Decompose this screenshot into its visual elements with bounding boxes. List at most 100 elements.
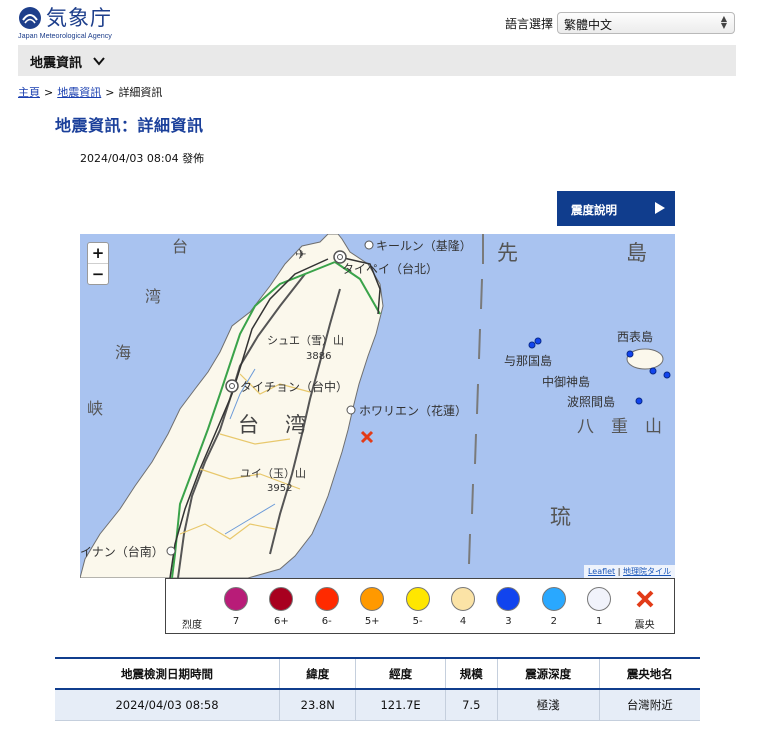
legend-label: 3 [505, 616, 512, 627]
legend-label: 6- [321, 616, 332, 627]
legend-item: 4 [443, 587, 483, 627]
col-header-datetime: 地震檢測日期時間 [55, 657, 280, 690]
city-marker [229, 383, 235, 389]
legend-label: 6+ [274, 616, 289, 627]
legend-label: 7 [232, 616, 240, 627]
col-header-latitude: 緯度 [279, 657, 356, 690]
map-label-shue-elev: 3886 [306, 351, 331, 362]
cell-datetime: 2024/04/03 08:58 [55, 689, 280, 721]
menu-bar[interactable]: 地震資訊 [18, 45, 736, 76]
zoom-in-button[interactable]: + [88, 243, 108, 264]
intensity-swatch [269, 587, 294, 611]
logo-subtitle: Japan Meteorological Agency [18, 31, 112, 40]
col-header-longitude: 經度 [355, 657, 446, 690]
language-label: 語言選擇 [505, 17, 554, 31]
logo-title: 気象庁 [46, 6, 112, 30]
taiwan-landmass [80, 234, 384, 578]
legend-label: 5+ [364, 616, 380, 627]
map-attribution: Leaflet | 地理院タイル [583, 565, 675, 578]
cell-epicenter: 台灣附近 [598, 689, 700, 721]
chevron-down-icon[interactable] [92, 54, 106, 68]
jma-logo[interactable]: 気象庁 Japan Meteorological Agency [18, 4, 138, 40]
intensity-swatch [405, 587, 430, 611]
legend-prefix: 烈度 [182, 620, 202, 631]
map-canvas: ✈ キールン（基隆） タイペイ（台北） 先 島 シュエ（雪）山 3886 タイチ… [80, 234, 675, 578]
col-header-magnitude: 規模 [444, 657, 498, 690]
breadcrumb-current: 詳細資訊 [118, 86, 163, 99]
intensity-station-marker [663, 371, 671, 379]
cell-magnitude: 7.5 [444, 689, 498, 721]
map-label-keelung: キールン（基隆） [376, 238, 472, 253]
language-value: 繁體中文 [564, 18, 613, 32]
legend-item: 3 [488, 587, 528, 627]
intensity-station-marker [649, 367, 657, 375]
map-label-taiwan-2: 湾 [285, 413, 306, 437]
cell-longitude: 121.7E [355, 689, 446, 721]
map-label-yushan: ユイ（玉）山 [240, 467, 306, 480]
map-label-hualien: ホワリエン（花蓮） [359, 403, 467, 418]
epicenter-marker [360, 430, 374, 444]
map-label-iriomote: 西表島 [617, 329, 653, 344]
legend-item: 1 [579, 587, 619, 627]
jma-emblem-icon [19, 7, 41, 29]
breadcrumb-separator: > [105, 86, 115, 99]
legend-item: 5+ [352, 587, 392, 627]
play-arrow-icon [655, 202, 665, 214]
legend-label: 5- [412, 616, 423, 627]
map-label-strait-2: 湾 [145, 287, 161, 306]
legend-label: 2 [550, 616, 557, 627]
intensity-swatch [587, 587, 612, 611]
legend-item: 7 [216, 587, 256, 627]
cell-depth: 極淺 [496, 689, 600, 721]
map-label-yaeyama: 八 重 山 列 [577, 417, 675, 437]
page-title: 地震資訊：詳細資訊 [55, 116, 204, 135]
city-marker [166, 546, 176, 556]
leaflet-link[interactable]: Leaflet [588, 567, 615, 576]
earthquake-table: 地震檢測日期時間 緯度 經度 規模 震源深度 震央地名 2024/04/03 0… [55, 657, 700, 721]
gsi-tiles-link[interactable]: 地理院タイル [623, 567, 671, 576]
map-label-hateruma: 波照間島 [567, 394, 615, 409]
map-label-tainan: イナン（台南） [80, 544, 164, 559]
epicenter-x-icon [636, 590, 654, 608]
col-header-depth: 震源深度 [496, 657, 600, 690]
intensity-legend: 烈度 7 6+ 6- 5+ 5- 4 3 2 1 震央 [165, 578, 675, 634]
earthquake-map[interactable]: ✈ キールン（基隆） タイペイ（台北） 先 島 シュエ（雪）山 3886 タイチ… [80, 234, 675, 578]
boundary-line [468, 234, 484, 565]
intensity-explanation-button[interactable]: 震度說明 [557, 191, 675, 226]
airport-icon: ✈ [295, 247, 307, 263]
map-label-shue: シュエ（雪）山 [267, 334, 344, 347]
legend-item: 震央 [625, 587, 665, 631]
col-header-epicenter: 震央地名 [598, 657, 700, 690]
breadcrumb-home-link[interactable]: 主頁 [18, 86, 40, 99]
map-label-sakishima: 先 [497, 241, 518, 265]
legend-item: 5- [398, 587, 438, 627]
table-header-row: 地震檢測日期時間 緯度 經度 規模 震源深度 震央地名 [55, 657, 700, 690]
table-row: 2024/04/03 08:58 23.8N 121.7E 7.5 極淺 台灣附… [55, 689, 700, 721]
cell-latitude: 23.8N [279, 689, 356, 721]
zoom-out-button[interactable]: − [88, 264, 108, 285]
intensity-swatch [541, 587, 566, 611]
intensity-swatch [314, 587, 339, 611]
city-marker [364, 240, 374, 250]
legend-item: 6- [307, 587, 347, 627]
breadcrumb-separator: > [44, 86, 54, 99]
issue-time: 2024/04/03 08:04 發佈 [80, 152, 205, 165]
language-select[interactable]: 繁體中文 ▲ ▼ [557, 12, 735, 34]
intensity-swatch [360, 587, 385, 611]
legend-label: 震央 [634, 620, 655, 631]
city-marker [337, 254, 343, 260]
map-label-yushan-elev: 3952 [267, 483, 292, 494]
legend-label: 1 [596, 616, 603, 627]
breadcrumb-section-link[interactable]: 地震資訊 [57, 86, 101, 99]
map-label-strait-1: 台 [172, 237, 188, 256]
intensity-station-marker [626, 350, 634, 358]
intensity-swatch [496, 587, 521, 611]
intensity-button-label: 震度說明 [571, 203, 617, 217]
intensity-swatch [224, 587, 248, 611]
map-label-yonaguni: 与那国島 [504, 353, 552, 368]
select-arrows-icon: ▲ ▼ [720, 14, 727, 30]
legend-item: 2 [534, 587, 574, 627]
map-label-shima: 島 [626, 241, 647, 265]
legend-item: 6+ [261, 587, 301, 627]
intensity-station-marker [534, 337, 542, 345]
